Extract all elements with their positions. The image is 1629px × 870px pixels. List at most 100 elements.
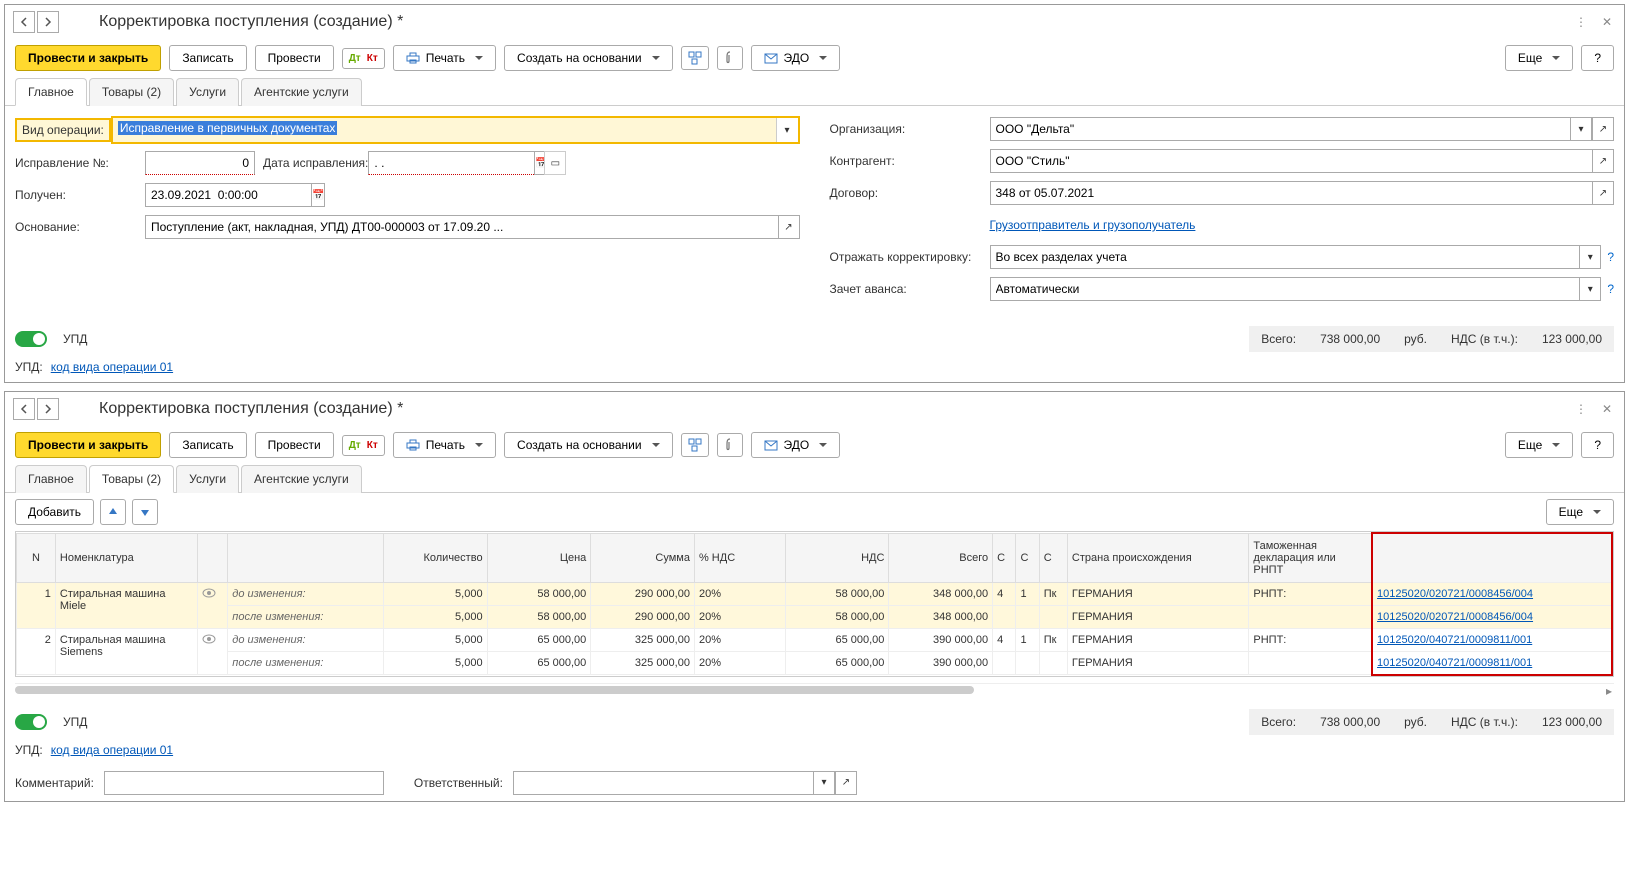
edo-button[interactable]: ЭДО xyxy=(751,432,841,458)
consignor-link[interactable]: Грузоотправитель и грузополучатель xyxy=(990,218,1196,232)
eye-icon[interactable] xyxy=(198,582,228,628)
col-country[interactable]: Страна происхождения xyxy=(1067,533,1248,582)
rnpt-link[interactable]: 10125020/020721/0008456/004 xyxy=(1377,611,1533,623)
counterparty-field[interactable] xyxy=(990,149,1593,173)
kebab-menu-icon[interactable]: ⋮ xyxy=(1572,13,1590,31)
scroll-right-icon[interactable]: ▸ xyxy=(1606,684,1612,698)
create-based-button[interactable]: Создать на основании xyxy=(504,45,673,71)
print-button[interactable]: Печать xyxy=(393,432,496,458)
post-and-close-button[interactable]: Провести и закрыть xyxy=(15,45,161,71)
col-customs[interactable]: Таможенная декларация или РНПТ xyxy=(1249,533,1372,582)
journal-entries-icon[interactable]: ДтКт xyxy=(342,435,385,456)
help-icon[interactable]: ? xyxy=(1607,250,1614,264)
comment-field[interactable] xyxy=(104,771,384,795)
table-row[interactable]: 2 Стиральная машина Siemens до изменения… xyxy=(17,628,1613,651)
help-icon[interactable]: ? xyxy=(1607,282,1614,296)
org-field[interactable] xyxy=(990,117,1571,141)
nav-back-button[interactable] xyxy=(13,398,35,420)
open-icon[interactable]: ↗ xyxy=(1592,117,1614,141)
table-row[interactable]: после изменения: 5,000 65 000,00 325 000… xyxy=(17,651,1613,675)
open-icon[interactable]: ↗ xyxy=(1592,149,1614,173)
dropdown-icon[interactable]: ▾ xyxy=(1579,245,1601,269)
post-button[interactable]: Провести xyxy=(255,432,334,458)
col-n[interactable]: N xyxy=(17,533,56,582)
table-row[interactable]: 1 Стиральная машина Miele до изменения: … xyxy=(17,582,1613,605)
rnpt-link[interactable]: 10125020/040721/0009811/001 xyxy=(1377,634,1532,646)
tab-main[interactable]: Главное xyxy=(15,465,87,493)
col-c1[interactable]: С xyxy=(993,533,1016,582)
tab-agent[interactable]: Агентские услуги xyxy=(241,465,362,493)
op-code-link[interactable]: код вида операции 01 xyxy=(51,743,173,757)
add-button[interactable]: Добавить xyxy=(15,499,94,525)
dropdown-icon[interactable]: ▾ xyxy=(1570,117,1592,141)
horizontal-scrollbar[interactable]: ▸ xyxy=(15,683,1614,697)
dropdown-icon[interactable]: ▾ xyxy=(1579,277,1601,301)
move-down-icon[interactable] xyxy=(132,499,158,525)
reflect-field[interactable] xyxy=(990,245,1580,269)
more-button[interactable]: Еще xyxy=(1505,45,1573,71)
col-change[interactable] xyxy=(228,533,384,582)
basis-field[interactable] xyxy=(145,215,778,239)
op-type-field[interactable]: Исправление в первичных документах xyxy=(113,118,776,142)
tab-goods[interactable]: Товары (2) xyxy=(89,78,174,106)
grid-more-button[interactable]: Еще xyxy=(1546,499,1614,525)
contract-field[interactable] xyxy=(990,181,1593,205)
rnpt-link[interactable]: 10125020/020721/0008456/004 xyxy=(1377,588,1533,600)
journal-entries-icon[interactable]: ДтКт xyxy=(342,48,385,69)
col-nomen[interactable]: Номенклатура xyxy=(55,533,198,582)
close-icon[interactable]: ✕ xyxy=(1598,13,1616,31)
kebab-menu-icon[interactable]: ⋮ xyxy=(1572,400,1590,418)
scroll-thumb[interactable] xyxy=(15,686,974,694)
tab-agent[interactable]: Агентские услуги xyxy=(241,78,362,106)
op-type-dropdown-icon[interactable]: ▾ xyxy=(776,118,798,142)
tab-main[interactable]: Главное xyxy=(15,78,87,106)
fix-no-field[interactable] xyxy=(145,151,255,175)
tab-goods[interactable]: Товары (2) xyxy=(89,465,174,493)
attachment-icon[interactable] xyxy=(717,433,743,457)
edo-button[interactable]: ЭДО xyxy=(751,45,841,71)
responsible-field[interactable] xyxy=(513,771,813,795)
more-button[interactable]: Еще xyxy=(1505,432,1573,458)
tab-services[interactable]: Услуги xyxy=(176,465,239,493)
nav-forward-button[interactable] xyxy=(37,11,59,33)
print-button[interactable]: Печать xyxy=(393,45,496,71)
save-button[interactable]: Записать xyxy=(169,432,246,458)
structure-icon[interactable] xyxy=(681,433,709,457)
help-button[interactable]: ? xyxy=(1581,45,1614,71)
col-vat[interactable]: НДС xyxy=(785,533,889,582)
nav-back-button[interactable] xyxy=(13,11,35,33)
move-up-icon[interactable] xyxy=(100,499,126,525)
eye-icon[interactable] xyxy=(198,628,228,675)
nav-forward-button[interactable] xyxy=(37,398,59,420)
op-code-link[interactable]: код вида операции 01 xyxy=(51,360,173,374)
received-field[interactable] xyxy=(145,183,311,207)
rnpt-link[interactable]: 10125020/040721/0009811/001 xyxy=(1377,657,1532,669)
col-c3[interactable]: С xyxy=(1039,533,1067,582)
structure-icon[interactable] xyxy=(681,46,709,70)
col-sum[interactable]: Сумма xyxy=(591,533,695,582)
col-qty[interactable]: Количество xyxy=(383,533,487,582)
create-based-button[interactable]: Создать на основании xyxy=(504,432,673,458)
post-and-close-button[interactable]: Провести и закрыть xyxy=(15,432,161,458)
advance-field[interactable] xyxy=(990,277,1580,301)
open-icon[interactable]: ↗ xyxy=(835,771,857,795)
col-vat-pct[interactable]: % НДС xyxy=(694,533,785,582)
table-row[interactable]: после изменения: 5,000 58 000,00 290 000… xyxy=(17,605,1613,628)
col-rnpt-num[interactable] xyxy=(1372,533,1612,582)
post-button[interactable]: Провести xyxy=(255,45,334,71)
col-price[interactable]: Цена xyxy=(487,533,591,582)
dropdown-icon[interactable]: ▾ xyxy=(813,771,835,795)
attachment-icon[interactable] xyxy=(717,46,743,70)
open-icon[interactable]: ↗ xyxy=(778,215,800,239)
upd-toggle[interactable] xyxy=(15,714,47,730)
col-eye[interactable] xyxy=(198,533,228,582)
help-button[interactable]: ? xyxy=(1581,432,1614,458)
col-c2[interactable]: С xyxy=(1016,533,1039,582)
calendar-icon[interactable]: 📅 xyxy=(311,183,325,207)
fix-date-field[interactable] xyxy=(368,151,534,175)
col-total[interactable]: Всего xyxy=(889,533,993,582)
open-icon[interactable]: ↗ xyxy=(1592,181,1614,205)
tab-services[interactable]: Услуги xyxy=(176,78,239,106)
fix-date-aux-icon[interactable]: ▭ xyxy=(544,151,566,175)
save-button[interactable]: Записать xyxy=(169,45,246,71)
